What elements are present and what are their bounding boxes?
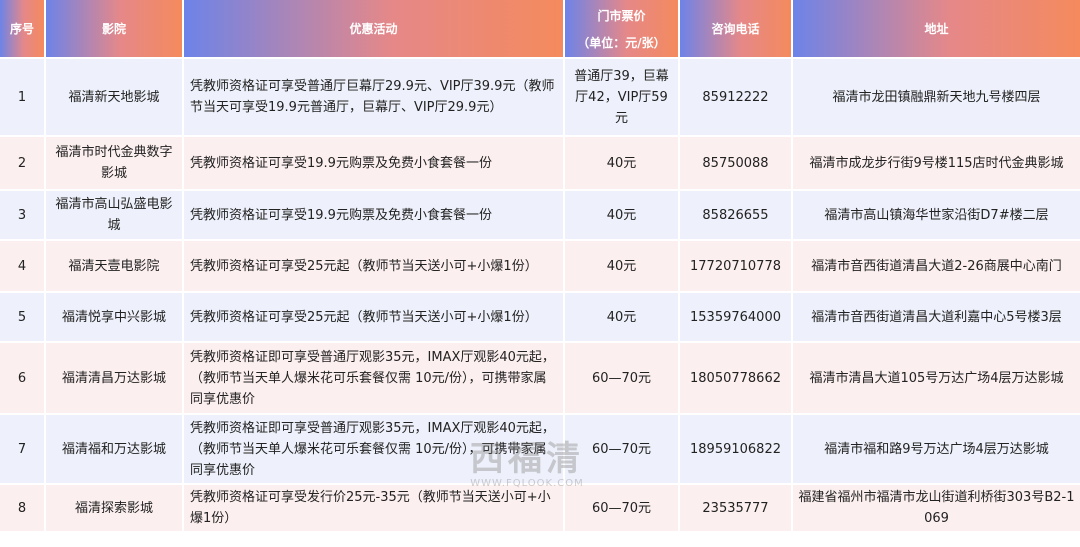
- cell-address: 福清市龙田镇融鼎新天地九号楼四层: [793, 59, 1080, 137]
- cell-price: 40元: [565, 191, 680, 241]
- cell-phone: 15359764000: [680, 293, 793, 343]
- table-row: 1 福清新天地影城 凭教师资格证可享受普通厅巨幕厅29.9元、VIP厅39.9元…: [0, 59, 1080, 137]
- cell-seq: 8: [0, 485, 46, 533]
- header-deal: 优惠活动: [184, 0, 565, 59]
- cell-phone: 18050778662: [680, 343, 793, 415]
- table-row: 6 福清清昌万达影城 凭教师资格证即可享受普通厅观影35元，IMAX厅观影40元…: [0, 343, 1080, 415]
- cell-price: 60—70元: [565, 415, 680, 485]
- cell-price: 普通厅39，巨幕厅42，VIP厅59元: [565, 59, 680, 137]
- cell-cinema: 福清清昌万达影城: [46, 343, 184, 415]
- cell-seq: 1: [0, 59, 46, 137]
- cell-deal: 凭教师资格证即可享受普通厅观影35元，IMAX厅观影40元起，（教师节当天单人爆…: [184, 343, 565, 415]
- cell-deal: 凭教师资格证可享受25元起（教师节当天送小可+小爆1份）: [184, 293, 565, 343]
- header-price-title: 门市票价: [597, 8, 646, 23]
- cell-seq: 5: [0, 293, 46, 343]
- header-price: 门市票价 （单位：元/张）: [565, 0, 680, 59]
- cell-price: 60—70元: [565, 343, 680, 415]
- table-row: 4 福清天壹电影院 凭教师资格证可享受25元起（教师节当天送小可+小爆1份） 4…: [0, 241, 1080, 293]
- cell-address: 福清市福和路9号万达广场4层万达影城: [793, 415, 1080, 485]
- cell-cinema: 福清新天地影城: [46, 59, 184, 137]
- cell-deal: 凭教师资格证可享受19.9元购票及免费小食套餐一份: [184, 137, 565, 191]
- cell-deal: 凭教师资格证可享受25元起（教师节当天送小可+小爆1份）: [184, 241, 565, 293]
- table-row: 2 福清市时代金典数字影城 凭教师资格证可享受19.9元购票及免费小食套餐一份 …: [0, 137, 1080, 191]
- cell-deal: 凭教师资格证可享受发行价25元-35元（教师节当天送小可+小爆1份）: [184, 485, 565, 533]
- cell-cinema: 福清福和万达影城: [46, 415, 184, 485]
- cell-address: 福清市清昌大道105号万达广场4层万达影城: [793, 343, 1080, 415]
- cell-seq: 2: [0, 137, 46, 191]
- cell-cinema: 福清市高山弘盛电影城: [46, 191, 184, 241]
- table-row: 5 福清悦享中兴影城 凭教师资格证可享受25元起（教师节当天送小可+小爆1份） …: [0, 293, 1080, 343]
- table-row: 7 福清福和万达影城 凭教师资格证即可享受普通厅观影35元，IMAX厅观影40元…: [0, 415, 1080, 485]
- header-row: 序号 影院 优惠活动 门市票价 （单位：元/张） 咨询电话 地址: [0, 0, 1080, 59]
- cell-cinema: 福清悦享中兴影城: [46, 293, 184, 343]
- cell-deal: 凭教师资格证可享受19.9元购票及免费小食套餐一份: [184, 191, 565, 241]
- table-row: 8 福清探索影城 凭教师资格证可享受发行价25元-35元（教师节当天送小可+小爆…: [0, 485, 1080, 533]
- cell-phone: 85912222: [680, 59, 793, 137]
- cell-seq: 6: [0, 343, 46, 415]
- cell-address: 福建省福州市福清市龙山街道利桥街303号B2-1069: [793, 485, 1080, 533]
- cell-seq: 4: [0, 241, 46, 293]
- cell-cinema: 福清天壹电影院: [46, 241, 184, 293]
- cell-price: 40元: [565, 293, 680, 343]
- cell-address: 福清市音西街道清昌大道利嘉中心5号楼3层: [793, 293, 1080, 343]
- cell-cinema: 福清市时代金典数字影城: [46, 137, 184, 191]
- header-phone: 咨询电话: [680, 0, 793, 59]
- cell-phone: 85826655: [680, 191, 793, 241]
- table-row: 3 福清市高山弘盛电影城 凭教师资格证可享受19.9元购票及免费小食套餐一份 4…: [0, 191, 1080, 241]
- cell-phone: 18959106822: [680, 415, 793, 485]
- header-cinema: 影院: [46, 0, 184, 59]
- cell-deal: 凭教师资格证即可享受普通厅观影35元，IMAX厅观影40元起，（教师节当天单人爆…: [184, 415, 565, 485]
- cell-price: 40元: [565, 137, 680, 191]
- cell-price: 40元: [565, 241, 680, 293]
- cell-phone: 23535777: [680, 485, 793, 533]
- cell-price: 60—70元: [565, 485, 680, 533]
- cell-cinema: 福清探索影城: [46, 485, 184, 533]
- cell-seq: 7: [0, 415, 46, 485]
- header-address: 地址: [793, 0, 1080, 59]
- header-price-unit: （单位：元/张）: [577, 35, 666, 50]
- cell-deal: 凭教师资格证可享受普通厅巨幕厅29.9元、VIP厅39.9元（教师节当天可享受1…: [184, 59, 565, 137]
- cell-address: 福清市成龙步行街9号楼115店时代金典影城: [793, 137, 1080, 191]
- cell-address: 福清市高山镇海华世家沿街D7#楼二层: [793, 191, 1080, 241]
- cinema-discount-table: 序号 影院 优惠活动 门市票价 （单位：元/张） 咨询电话 地址 1 福清新天地…: [0, 0, 1080, 533]
- cell-seq: 3: [0, 191, 46, 241]
- cell-address: 福清市音西街道清昌大道2-26商展中心南门: [793, 241, 1080, 293]
- cell-phone: 17720710778: [680, 241, 793, 293]
- cell-phone: 85750088: [680, 137, 793, 191]
- header-seq: 序号: [0, 0, 46, 59]
